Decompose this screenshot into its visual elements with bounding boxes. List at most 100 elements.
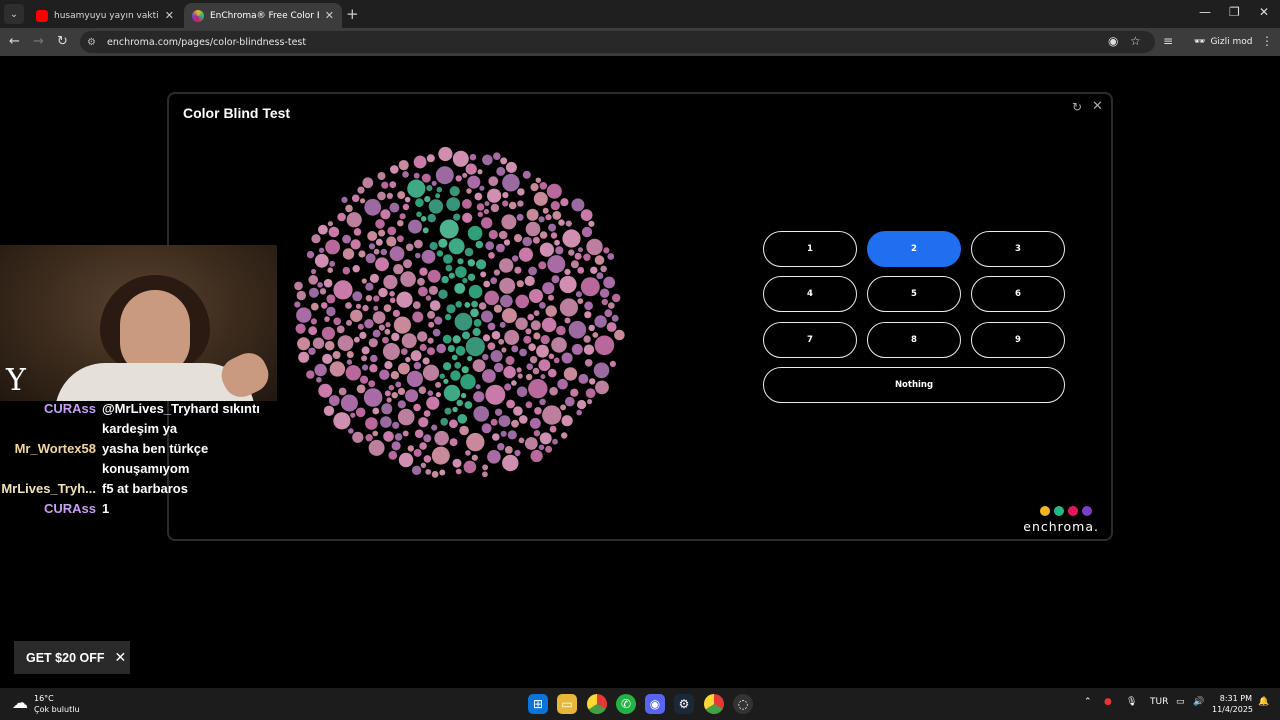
tray-app-icon[interactable]: ● [1104, 697, 1112, 707]
plate-dot [485, 384, 506, 405]
window-close-icon[interactable]: ✕ [1259, 5, 1269, 19]
plate-dot [375, 238, 383, 246]
tab-search-button[interactable]: ⌄ [4, 4, 24, 24]
tracking-eye-icon[interactable]: ◉ [1108, 34, 1118, 48]
plate-dot [500, 157, 508, 165]
plate-dot [435, 381, 442, 388]
answer-button-5[interactable]: 5 [867, 276, 961, 312]
chrome-icon[interactable] [587, 694, 607, 714]
plate-dot [493, 152, 501, 160]
plate-dot [517, 373, 523, 379]
plate-dot [562, 229, 581, 248]
chrome-active-icon[interactable] [704, 694, 724, 714]
plate-dot [365, 253, 376, 264]
plate-dot [373, 305, 379, 311]
new-tab-icon[interactable]: + [346, 5, 359, 23]
close-tab-icon[interactable]: ✕ [325, 9, 334, 22]
close-tab-icon[interactable]: ✕ [165, 9, 174, 22]
minimize-icon[interactable]: — [1199, 5, 1211, 19]
reload-icon[interactable]: ↻ [57, 34, 68, 49]
tab-youtube[interactable]: husamyuyu yayın vakti 7 - YouTube ✕ [28, 3, 182, 28]
answer-button-2[interactable]: 2 [867, 231, 961, 267]
discord-icon[interactable]: ◉ [645, 694, 665, 714]
plate-dot [482, 464, 489, 471]
answer-button-7[interactable]: 7 [763, 322, 857, 358]
tray-overflow-icon[interactable]: ⌃ [1084, 697, 1092, 707]
plate-dot [555, 246, 564, 255]
answer-button-6[interactable]: 6 [971, 276, 1065, 312]
browser-menu-icon[interactable]: ⋮ [1261, 34, 1273, 48]
plate-dot [550, 232, 558, 239]
microphone-icon[interactable]: 🎙 [1126, 697, 1137, 707]
plate-dot [375, 257, 389, 272]
plate-dot [513, 234, 523, 243]
steam-icon[interactable]: ⚙ [674, 694, 694, 714]
site-info-icon[interactable]: ⚙ [87, 37, 99, 48]
plate-dot [488, 176, 499, 187]
restart-icon[interactable]: ↻ [1072, 100, 1082, 114]
incognito-badge[interactable]: 🕶 Gizli mod [1186, 32, 1260, 52]
plate-dot [503, 239, 511, 246]
plate-dot [548, 294, 554, 301]
answer-button-4[interactable]: 4 [763, 276, 857, 312]
omnibox[interactable]: ⚙ enchroma.com/pages/color-blindness-tes… [80, 31, 1155, 53]
plate-dot [298, 351, 310, 363]
plate-dot [502, 200, 509, 207]
plate-dot [381, 181, 389, 189]
file-explorer-icon[interactable]: ▭ [557, 694, 577, 714]
app-icon[interactable]: ◌ [733, 694, 753, 714]
system-clock[interactable]: 8:31 PM 11/4/2025 [1212, 693, 1253, 715]
weather-cloud-icon[interactable]: ☁ [12, 693, 28, 712]
plate-dot [352, 431, 364, 443]
notification-bell-icon[interactable]: 🔔 [1258, 697, 1269, 707]
plate-dot [389, 291, 395, 297]
plate-dot [369, 364, 378, 373]
plate-dot [421, 249, 436, 264]
tab-enchroma[interactable]: EnChroma® Free Color Blind Test ✕ [184, 3, 342, 28]
plate-dot [546, 183, 562, 199]
plate-dot [455, 345, 466, 356]
plate-dot [501, 214, 517, 230]
language-indicator[interactable]: TUR [1150, 697, 1168, 707]
chat-username: Mr_Wortex58 [14, 441, 96, 456]
plate-dot [539, 398, 546, 406]
answer-button-nothing[interactable]: Nothing [763, 367, 1065, 403]
plate-dot [397, 191, 406, 200]
plate-dot [413, 403, 421, 412]
discount-promo[interactable]: GET $20 OFF ✕ [14, 641, 130, 674]
close-icon[interactable]: ✕ [1092, 99, 1103, 114]
plate-dot [388, 384, 395, 391]
whatsapp-icon[interactable]: ✆ [616, 694, 636, 714]
plate-dot [499, 258, 514, 273]
plate-dot [484, 290, 499, 306]
plate-dot [500, 294, 513, 308]
plate-dot [333, 412, 351, 430]
network-icon[interactable]: ▭ [1176, 697, 1185, 707]
volume-icon[interactable]: 🔊 [1193, 697, 1204, 707]
bookmark-star-icon[interactable]: ☆ [1130, 34, 1141, 48]
promo-label[interactable]: GET $20 OFF [26, 651, 105, 665]
forward-icon[interactable]: → [33, 34, 44, 49]
plate-dot [448, 272, 455, 279]
plate-dot [547, 255, 566, 274]
plate-dot [492, 433, 500, 441]
plate-dot [467, 273, 476, 281]
plate-dot [525, 221, 541, 237]
restore-icon[interactable]: ❐ [1229, 5, 1240, 19]
plate-dot [501, 308, 517, 324]
answer-button-8[interactable]: 8 [867, 322, 961, 358]
reading-list-icon[interactable]: ≡ [1163, 34, 1173, 48]
answer-button-9[interactable]: 9 [971, 322, 1065, 358]
back-icon[interactable]: ← [9, 34, 20, 49]
start-windows-icon[interactable]: ⊞ [528, 694, 548, 714]
plate-dot [405, 356, 411, 363]
url-text[interactable]: enchroma.com/pages/color-blindness-test [107, 37, 306, 48]
chat-overlay: CURAss @MrLives_Tryhard sıkıntı kardeşim… [0, 399, 277, 519]
answer-button-1[interactable]: 1 [763, 231, 857, 267]
plate-dot [377, 172, 386, 180]
plate-dot [419, 442, 427, 450]
plate-dot [327, 221, 333, 227]
answer-button-3[interactable]: 3 [971, 231, 1065, 267]
weather-widget[interactable]: 16°C Çok bulutlu [34, 693, 80, 715]
promo-close-icon[interactable]: ✕ [115, 649, 127, 666]
